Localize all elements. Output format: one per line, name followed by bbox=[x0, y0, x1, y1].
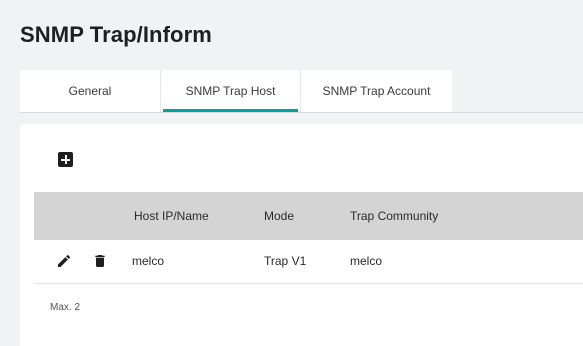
table-row: melco Trap V1 melco bbox=[34, 240, 583, 284]
trash-icon[interactable] bbox=[92, 252, 108, 270]
cell-mode: Trap V1 bbox=[264, 254, 307, 268]
tab-snmp-trap-host[interactable]: SNMP Trap Host bbox=[160, 70, 300, 112]
cell-trap-community: melco bbox=[350, 254, 383, 268]
cell-host: melco bbox=[132, 254, 165, 268]
max-entries-note: Max. 2 bbox=[50, 302, 81, 313]
pencil-icon[interactable] bbox=[56, 253, 72, 269]
tab-bar: General SNMP Trap Host SNMP Trap Account bbox=[20, 70, 583, 113]
column-header-mode: Mode bbox=[264, 209, 295, 223]
content-card: Host IP/Name Mode Trap Community melco T… bbox=[20, 124, 583, 346]
add-icon[interactable] bbox=[58, 152, 73, 167]
tab-general[interactable]: General bbox=[20, 70, 160, 112]
table-header: Host IP/Name Mode Trap Community bbox=[34, 192, 583, 240]
page-title: SNMP Trap/Inform bbox=[20, 22, 212, 47]
column-header-trap-community: Trap Community bbox=[350, 209, 439, 223]
column-header-host: Host IP/Name bbox=[134, 209, 209, 223]
tab-snmp-trap-account[interactable]: SNMP Trap Account bbox=[300, 70, 452, 112]
